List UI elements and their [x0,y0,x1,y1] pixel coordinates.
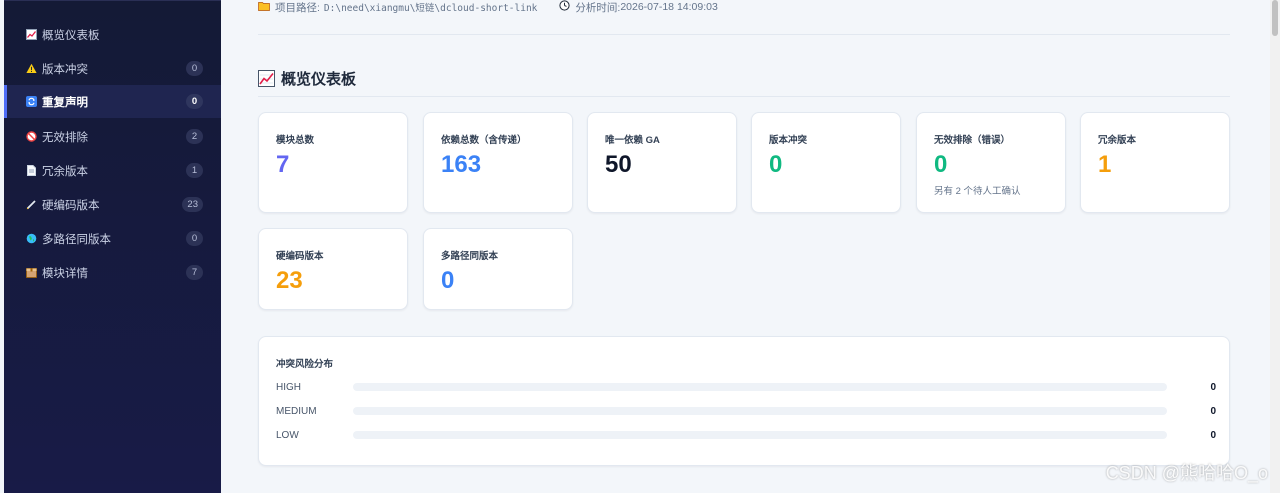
count-badge: 1 [186,163,203,178]
risk-level-label: HIGH [276,381,301,393]
pencil-icon [26,199,37,210]
globe-icon [26,233,37,244]
stat-label: 多路径同版本 [441,251,499,262]
watermark: CSDN @熊哈哈O_o [1105,463,1268,483]
stat-value: 50 [605,151,632,178]
sidebar-item-redundant-version[interactable]: 冗余版本 1 [4,154,221,187]
stat-value: 0 [769,151,783,178]
sidebar-item-label: 多路径同版本 [42,233,111,246]
risk-level-label: LOW [276,429,299,441]
divider [258,96,1230,97]
stat-value: 1 [1098,151,1112,178]
stat-label: 唯一依赖 GA [605,135,660,146]
warning-icon [26,63,37,74]
count-badge: 0 [186,94,203,109]
sidebar-item-label: 概览仪表板 [42,29,100,42]
risk-count: 0 [1210,405,1216,417]
stat-card-version-conflict: 版本冲突 0 [751,112,901,213]
stat-label: 无效排除（错误） [934,135,1011,146]
stat-card-unique-ga: 唯一依赖 GA 50 [587,112,737,213]
chart-icon [26,29,37,40]
stat-card-module-total: 模块总数 7 [258,112,408,213]
risk-distribution-title: 冲突风险分布 [276,359,334,370]
stat-value: 0 [441,267,455,294]
stat-card-redundant-version: 冗余版本 1 [1080,112,1230,213]
risk-row-high: HIGH 0 [276,380,1216,394]
count-badge: 23 [182,197,203,212]
stat-label: 依赖总数（含传递） [441,135,527,146]
risk-count: 0 [1210,381,1216,393]
sidebar-item-hardcoded-version[interactable]: 硬编码版本 23 [4,188,221,221]
folder-icon [258,1,270,14]
page-title: 概览仪表板 [258,68,356,89]
scrollbar-thumb[interactable] [1272,0,1278,36]
package-icon [26,267,37,278]
sidebar-item-label: 无效排除 [42,131,88,144]
sidebar-item-label: 重复声明 [42,96,88,109]
clock-icon [559,0,570,14]
stat-value: 0 [934,151,948,178]
risk-level-label: MEDIUM [276,405,317,417]
sidebar-item-label: 硬编码版本 [42,199,100,212]
stat-card-invalid-exclusion: 无效排除（错误） 0 另有 2 个待人工确认 [916,112,1066,213]
risk-row-medium: MEDIUM 0 [276,404,1216,418]
risk-distribution-card: 冲突风险分布 HIGH 0 MEDIUM 0 LOW 0 [258,336,1230,466]
sidebar-item-invalid-exclusion[interactable]: 无效排除 2 [4,120,221,153]
stat-label: 版本冲突 [769,135,808,146]
risk-count: 0 [1210,429,1216,441]
stat-label: 模块总数 [276,135,315,146]
count-badge: 0 [186,231,203,246]
project-path-value: D:\need\xiangmu\短链\dcloud-short-link [323,3,538,14]
analysis-time-value: 2026-07-18 14:09:03 [620,1,718,13]
chart-icon [258,70,275,87]
stat-subtext: 另有 2 个待人工确认 [934,186,1021,197]
project-meta: 项目路径: D:\need\xiangmu\短链\dcloud-short-li… [258,0,718,14]
count-badge: 7 [186,265,203,280]
stat-value: 23 [276,267,303,294]
stat-label: 硬编码版本 [276,251,324,262]
stat-card-multipath-same-version: 多路径同版本 0 [423,228,573,310]
sidebar-item-duplicate-declaration[interactable]: 重复声明 0 [4,85,221,118]
count-badge: 2 [186,129,203,144]
page-title-text: 概览仪表板 [281,71,357,88]
risk-bar-track [353,383,1167,391]
sidebar-item-label: 版本冲突 [42,63,88,76]
divider [258,34,1230,35]
stat-card-dependency-total: 依赖总数（含传递） 163 [423,112,573,213]
sidebar-item-version-conflict[interactable]: 版本冲突 0 [4,52,221,85]
stat-value: 163 [441,151,482,178]
document-icon [26,165,37,176]
sidebar-item-label: 冗余版本 [42,165,88,178]
page-scrollbar[interactable] [1270,0,1280,493]
main-content: 项目路径: D:\need\xiangmu\短链\dcloud-short-li… [221,0,1270,493]
sidebar-item-overview[interactable]: 概览仪表板 [4,18,221,51]
sidebar: 概览仪表板 版本冲突 0 重复声明 0 无效排除 2 冗余版本 1 硬编码版本 … [4,0,221,493]
sidebar-item-module-details[interactable]: 模块详情 7 [4,256,221,289]
risk-bar-track [353,407,1167,415]
analysis-time-label: 分析时间: [575,1,621,14]
prohibited-icon [26,131,37,142]
risk-row-low: LOW 0 [276,428,1216,442]
stat-label: 冗余版本 [1098,135,1137,146]
sidebar-item-multipath-same-version[interactable]: 多路径同版本 0 [4,222,221,255]
stat-card-hardcoded-version: 硬编码版本 23 [258,228,408,310]
sidebar-item-label: 模块详情 [42,267,88,280]
count-badge: 0 [186,61,203,76]
project-path-label: 项目路径: [275,1,320,14]
stat-value: 7 [276,151,290,178]
repeat-icon [26,96,37,107]
risk-bar-track [353,431,1167,439]
